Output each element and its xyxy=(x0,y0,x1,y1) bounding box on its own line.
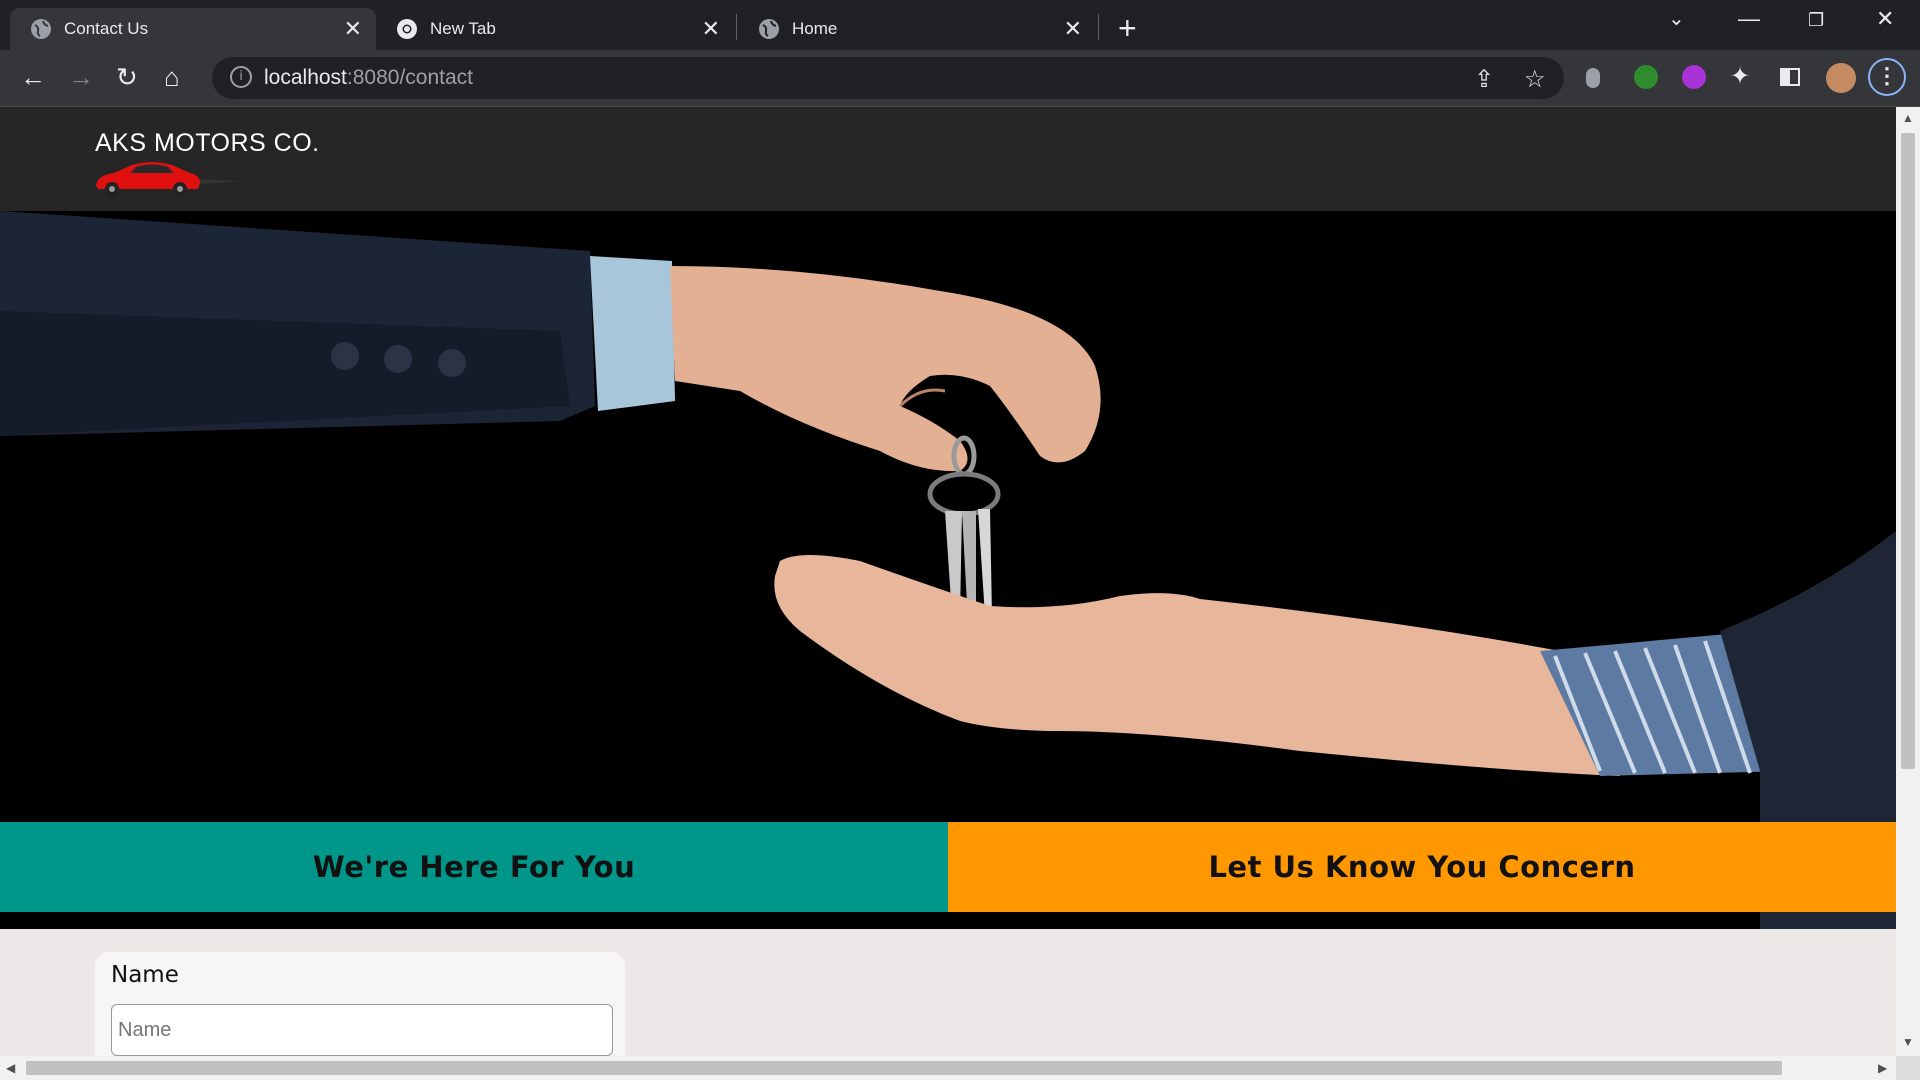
tab-label: Contact Us xyxy=(64,19,149,38)
address-bar[interactable]: i localhost:8080/contact ⇪ ☆ xyxy=(212,57,1564,99)
globe-icon xyxy=(758,18,780,40)
tab-contact-us[interactable]: Contact Us ✕ xyxy=(10,8,376,50)
bookmark-star-icon[interactable]: ☆ xyxy=(1524,65,1546,94)
tab-search-chevron-icon[interactable]: ⌄ xyxy=(1668,6,1685,31)
extension-icon[interactable] xyxy=(1586,68,1600,88)
avatar[interactable] xyxy=(1826,63,1856,93)
close-tab-icon[interactable]: ✕ xyxy=(1064,16,1082,42)
scrollbar-corner xyxy=(1896,1056,1920,1080)
side-panel-icon[interactable] xyxy=(1780,68,1800,86)
close-tab-icon[interactable]: ✕ xyxy=(344,16,362,42)
site-header: AKS MOTORS CO. xyxy=(0,107,1896,211)
globe-icon xyxy=(30,18,52,40)
browser-tab-strip: Contact Us ✕ New Tab ✕ Home ✕ + ⌄ — ❐ ✕ xyxy=(0,0,1920,50)
tab-separator xyxy=(736,14,737,40)
brand-name[interactable]: AKS MOTORS CO. xyxy=(95,129,320,158)
tab-separator xyxy=(1098,14,1099,40)
scroll-down-icon[interactable]: ▼ xyxy=(1902,1035,1914,1049)
vertical-scroll-thumb[interactable] xyxy=(1901,133,1915,769)
site-info-icon[interactable]: i xyxy=(230,66,252,88)
minimize-icon[interactable]: — xyxy=(1738,6,1760,32)
restore-icon[interactable]: ❐ xyxy=(1808,10,1824,31)
url-text[interactable]: localhost:8080/contact xyxy=(264,66,473,90)
close-tab-icon[interactable]: ✕ xyxy=(702,16,720,42)
window-close-icon[interactable]: ✕ xyxy=(1876,6,1894,32)
tab-new-tab[interactable]: New Tab ✕ xyxy=(376,8,734,50)
page-viewport: AKS MOTORS CO. We're Here For You Let Us… xyxy=(0,107,1896,1056)
tab-label: New Tab xyxy=(430,19,496,38)
tree-extension-icon[interactable] xyxy=(1634,65,1658,89)
band-let-us-know: Let Us Know You Concern xyxy=(948,822,1896,912)
chrome-icon xyxy=(396,18,418,40)
tab-label: Home xyxy=(792,19,838,38)
name-label: Name xyxy=(111,962,179,988)
reload-icon[interactable]: ↻ xyxy=(116,62,138,93)
share-icon[interactable]: ⇪ xyxy=(1474,65,1494,94)
purple-extension-icon[interactable] xyxy=(1682,65,1706,89)
tab-home[interactable]: Home ✕ xyxy=(738,8,1096,50)
vertical-scrollbar[interactable]: ▲ ▼ xyxy=(1896,107,1920,1056)
scroll-up-icon[interactable]: ▲ xyxy=(1902,111,1914,125)
scroll-right-icon[interactable]: ▶ xyxy=(1878,1061,1887,1075)
horizontal-scrollbar[interactable]: ◀ ▶ xyxy=(0,1056,1896,1080)
name-input[interactable] xyxy=(111,1004,613,1056)
contact-form-card: Name xyxy=(95,952,625,1056)
home-icon[interactable]: ⌂ xyxy=(164,62,180,93)
back-icon[interactable]: ← xyxy=(20,62,46,93)
puzzle-icon[interactable]: ✦ xyxy=(1730,62,1750,91)
new-tab-icon[interactable]: + xyxy=(1118,10,1137,47)
browser-toolbar: ← → ↻ ⌂ i localhost:8080/contact ⇪ ☆ xyxy=(0,50,1920,107)
forward-icon[interactable]: → xyxy=(68,62,94,93)
horizontal-scroll-thumb[interactable] xyxy=(26,1061,1782,1075)
menu-dots-icon[interactable]: ⋮ xyxy=(1868,58,1906,96)
car-logo-icon xyxy=(96,162,240,196)
scroll-left-icon[interactable]: ◀ xyxy=(6,1061,15,1075)
band-here-for-you: We're Here For You xyxy=(0,822,948,912)
